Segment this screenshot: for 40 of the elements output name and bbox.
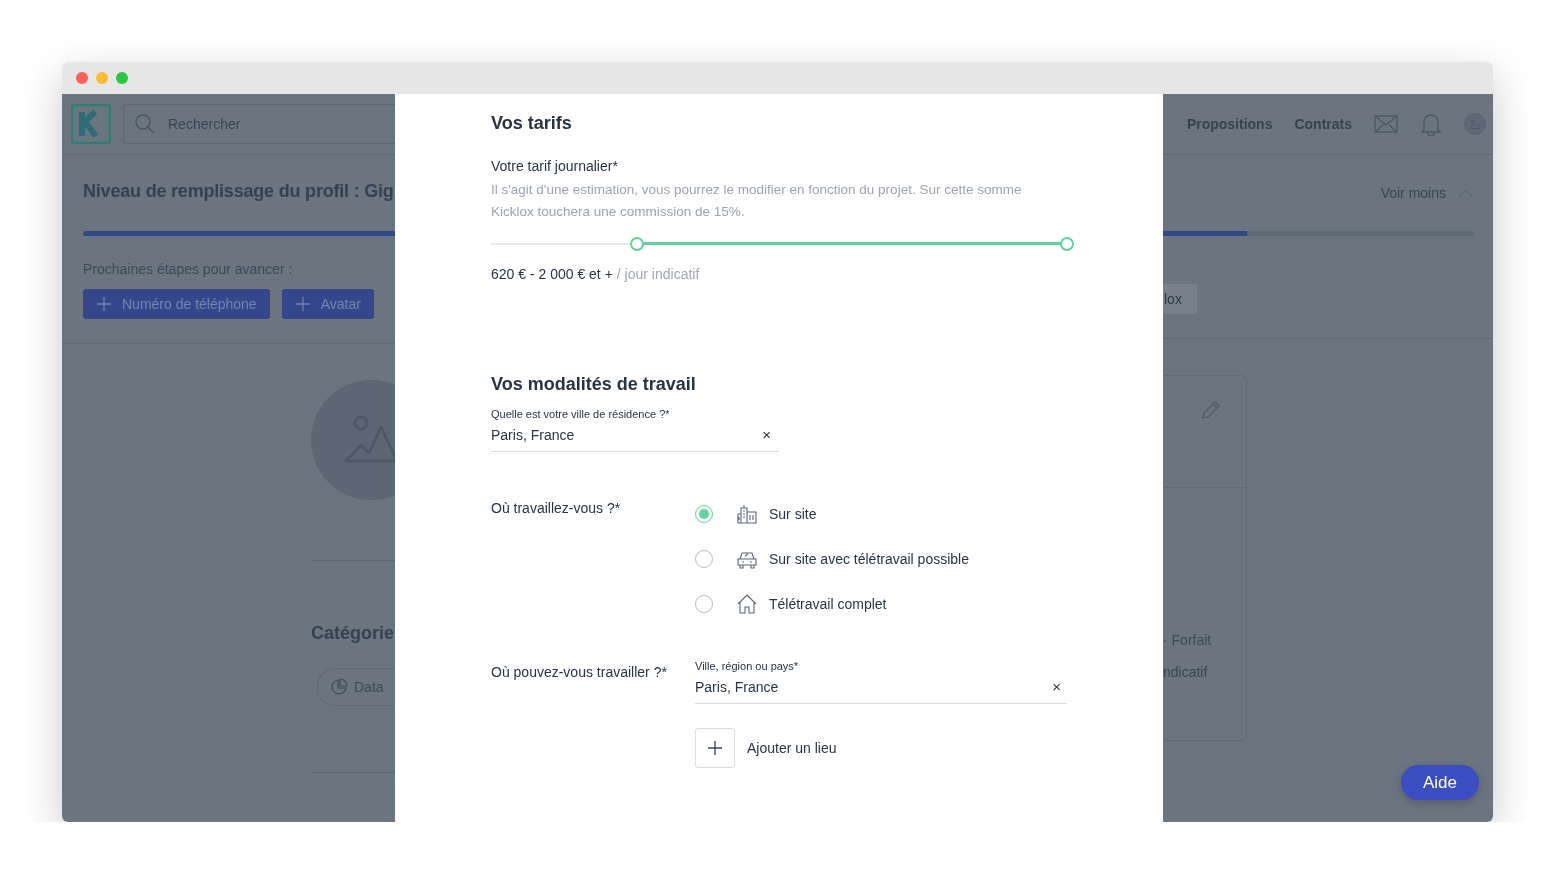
location-field[interactable]: Ville, région ou pays* Paris, France ×	[695, 660, 1067, 704]
clear-button[interactable]: ×	[762, 426, 779, 443]
rate-label: Votre tarif journalier*	[491, 158, 619, 174]
car-icon	[737, 549, 757, 569]
mail-icon[interactable]	[1374, 115, 1398, 133]
section-title: Vos modalités de travail	[491, 374, 697, 395]
logo-icon	[71, 104, 111, 144]
question-label: Où travaillez-vous ?*	[491, 500, 622, 518]
window-control-dot[interactable]	[116, 72, 128, 84]
plus-icon	[294, 296, 311, 312]
option-label[interactable]: Sur site	[769, 506, 817, 522]
field-label: Ville, région ou pays*	[695, 660, 800, 672]
search-icon	[135, 114, 155, 134]
profile-picture-placeholder[interactable]	[311, 380, 395, 500]
plus-icon	[96, 296, 112, 312]
section-title: Vos tarifs	[491, 113, 573, 134]
image-icon	[343, 415, 395, 465]
window-control-dot[interactable]	[76, 72, 88, 84]
field-label: Quelle est votre ville de résidence ?*	[491, 408, 671, 420]
building-icon	[737, 504, 757, 524]
location-field[interactable]: Quelle est votre ville de résidence ?* Paris, France ×	[491, 408, 779, 452]
add-place-label[interactable]: Ajouter un lieu	[747, 740, 837, 756]
clear-button[interactable]: ×	[1052, 678, 1067, 695]
pencil-icon	[1201, 400, 1221, 420]
rate-help-text: Il s'agit d'une estimation, vous pourrez le modifier en fonction du projet. Sur cette somme Kicklox touchera une commission de 15%.	[491, 181, 1023, 221]
avatar[interactable]	[1464, 113, 1486, 135]
house-icon	[737, 594, 757, 614]
plus-icon	[708, 741, 722, 755]
slider-thumb[interactable]	[1060, 237, 1074, 251]
add-button[interactable]	[695, 728, 735, 768]
rate-unit: / jour indicatif	[616, 266, 700, 282]
bell-icon[interactable]	[1420, 112, 1442, 136]
option-label[interactable]: Sur site avec télétravail possible	[769, 551, 969, 567]
slider-thumb[interactable]	[629, 237, 644, 251]
pie-chart-icon	[330, 678, 348, 696]
help-button[interactable]: Aide	[1401, 765, 1479, 800]
option-label[interactable]: Télétravail complet	[769, 596, 887, 612]
window-control-dot[interactable]	[96, 72, 108, 84]
rate-range: 620 € - 2 000 € et +	[491, 266, 613, 282]
question-label: Où pouvez-vous travailler ?*	[491, 664, 668, 680]
